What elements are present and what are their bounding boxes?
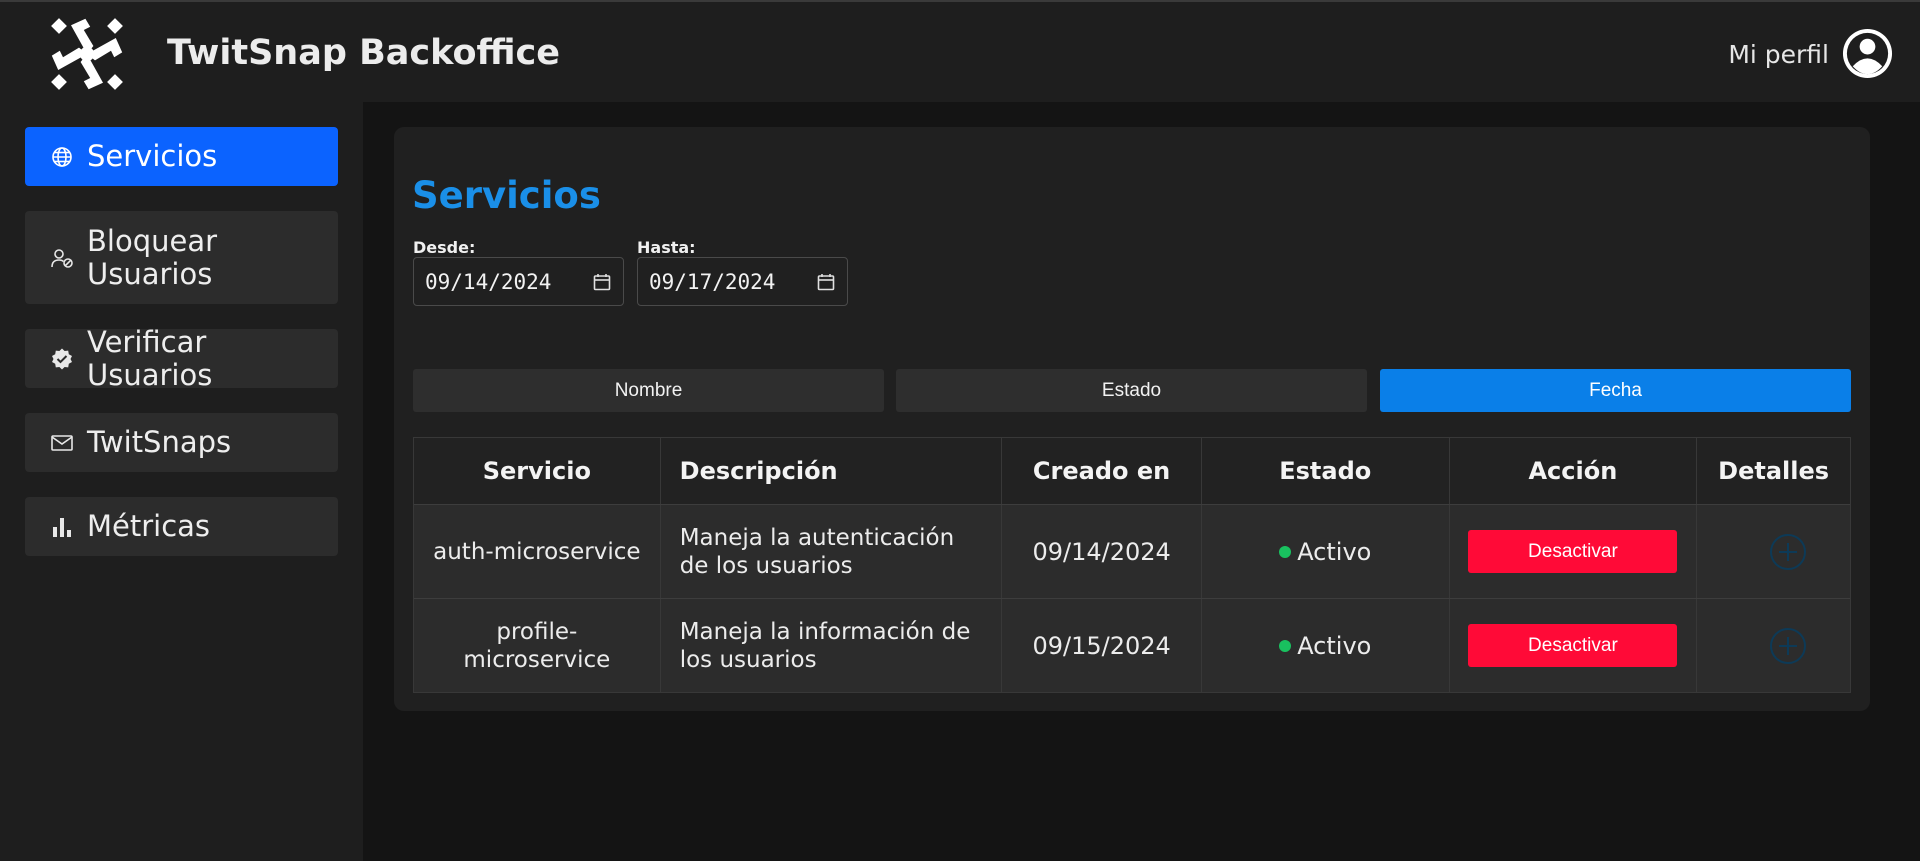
user-circle-icon[interactable] <box>1841 27 1894 80</box>
sidebar: Servicios Bloquear Usuarios Verificar Us… <box>0 102 363 861</box>
status-badge: Activo <box>1297 631 1372 660</box>
verified-badge-icon <box>49 346 75 372</box>
app-title: TwitSnap Backoffice <box>167 33 561 73</box>
table-row: auth-microservice Maneja la autenticació… <box>414 504 1850 598</box>
sidebar-item-label: Bloquear Usuarios <box>87 223 218 291</box>
deactivate-button[interactable]: Desactivar <box>1468 530 1678 573</box>
sort-by-name-button[interactable]: Nombre <box>413 369 884 412</box>
sort-by-status-button[interactable]: Estado <box>896 369 1367 412</box>
plus-circle-icon[interactable] <box>1769 627 1807 665</box>
page-title: Servicios <box>412 174 601 217</box>
column-header-detalles[interactable]: Detalles <box>1697 438 1850 504</box>
service-status-cell: Activo <box>1202 505 1450 598</box>
service-created-date: 09/15/2024 <box>1002 599 1202 692</box>
user-block-icon <box>49 245 75 271</box>
from-date-label: Desde: <box>413 238 476 257</box>
to-date-input[interactable]: 09/17/2024 <box>637 257 848 306</box>
sidebar-item-verificar-usuarios[interactable]: Verificar Usuarios <box>25 325 338 391</box>
globe-icon <box>49 144 75 170</box>
top-bar: TwitSnap Backoffice Mi perfil <box>0 0 1920 102</box>
deactivate-button[interactable]: Desactivar <box>1468 624 1678 667</box>
profile-link[interactable]: Mi perfil <box>1728 40 1829 69</box>
service-action-cell: Desactivar <box>1450 599 1698 692</box>
sidebar-item-bloquear-usuarios[interactable]: Bloquear Usuarios <box>25 211 338 304</box>
service-action-cell: Desactivar <box>1450 505 1698 598</box>
bar-chart-icon <box>49 514 75 540</box>
column-header-descripcion[interactable]: Descripción <box>661 438 1003 504</box>
sidebar-item-twitsnaps[interactable]: TwitSnaps <box>25 413 338 472</box>
sort-by-date-button[interactable]: Fecha <box>1380 369 1851 412</box>
service-description: Maneja la información de los usuarios <box>661 599 1003 692</box>
service-description: Maneja la autenticación de los usuarios <box>661 505 1003 598</box>
status-dot-icon <box>1279 639 1292 652</box>
service-name: auth-microservice <box>414 505 661 598</box>
table-row: profile-microservice Maneja la informaci… <box>414 598 1850 692</box>
calendar-icon[interactable] <box>817 273 835 291</box>
plus-circle-icon[interactable] <box>1769 533 1807 571</box>
spiral-logo-icon[interactable] <box>44 14 130 94</box>
status-badge: Activo <box>1297 537 1372 566</box>
service-status-cell: Activo <box>1202 599 1450 692</box>
to-date-label: Hasta: <box>637 238 696 257</box>
service-details-cell <box>1697 505 1850 598</box>
calendar-icon[interactable] <box>593 273 611 291</box>
to-date-value: 09/17/2024 <box>649 270 776 294</box>
column-header-accion[interactable]: Acción <box>1450 438 1698 504</box>
sidebar-item-servicios[interactable]: Servicios <box>25 127 338 186</box>
services-table: Servicio Descripción Creado en Estado Ac… <box>413 437 1851 693</box>
envelope-icon <box>49 430 75 456</box>
sidebar-item-label: Servicios <box>87 139 218 173</box>
column-header-servicio[interactable]: Servicio <box>414 438 661 504</box>
status-dot-icon <box>1279 545 1292 558</box>
service-name: profile-microservice <box>414 599 661 692</box>
column-header-estado[interactable]: Estado <box>1202 438 1450 504</box>
from-date-input[interactable]: 09/14/2024 <box>413 257 624 306</box>
from-date-value: 09/14/2024 <box>425 270 552 294</box>
service-created-date: 09/14/2024 <box>1002 505 1202 598</box>
sidebar-item-metricas[interactable]: Métricas <box>25 497 338 556</box>
column-header-creado-en[interactable]: Creado en <box>1002 438 1202 504</box>
sidebar-item-label: Verificar Usuarios <box>87 324 213 392</box>
sidebar-item-label: TwitSnaps <box>87 425 232 459</box>
service-details-cell <box>1697 599 1850 692</box>
sidebar-item-label: Métricas <box>87 509 211 543</box>
table-header-row: Servicio Descripción Creado en Estado Ac… <box>414 438 1850 504</box>
